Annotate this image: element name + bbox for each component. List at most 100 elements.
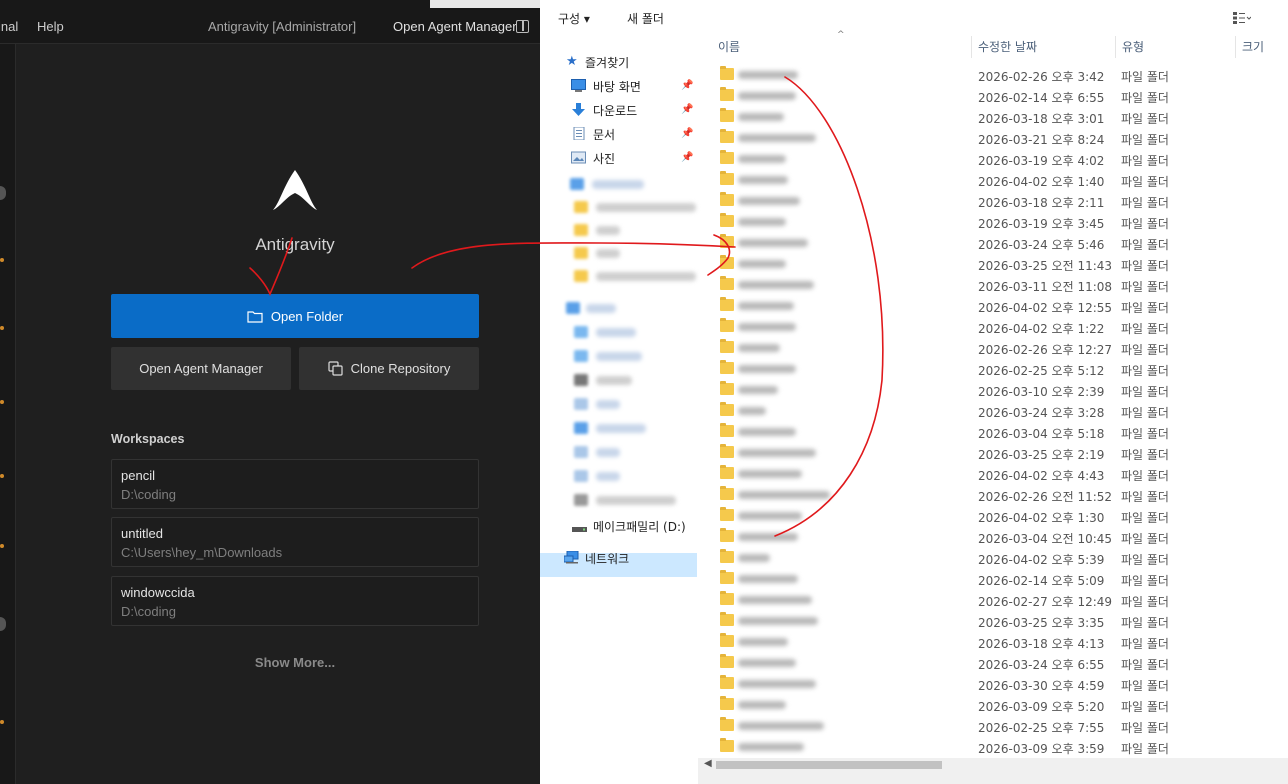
nav-item-network[interactable]: 네트워크 (540, 547, 698, 569)
file-date: 2026-03-24 오후 5:46 (978, 238, 1105, 252)
file-date: 2026-03-18 오후 2:11 (978, 196, 1105, 210)
nav-item-downloads[interactable]: 다운로드 📌 (540, 99, 698, 121)
file-row[interactable]: 2026-04-02 오후 12:55 파일 폴더 (714, 296, 1288, 317)
drive-icon (572, 527, 587, 532)
file-row[interactable]: 2026-02-26 오후 12:27 파일 폴더 (714, 338, 1288, 359)
column-header-size[interactable]: 크기 (1242, 38, 1264, 55)
file-type: 파일 폴더 (1121, 679, 1169, 693)
pin-icon: 📌 (681, 80, 694, 91)
file-row[interactable]: 2026-03-04 오후 5:18 파일 폴더 (714, 422, 1288, 443)
file-row[interactable]: 2026-03-24 오후 5:46 파일 폴더 (714, 233, 1288, 254)
menu-terminal[interactable]: inal (0, 19, 18, 34)
folder-icon (720, 696, 734, 710)
open-agent-manager-link[interactable]: Open Agent Manager (393, 19, 517, 34)
file-row[interactable]: 2026-03-25 오후 2:19 파일 폴더 (714, 443, 1288, 464)
sidebar-dot (0, 258, 4, 262)
blurred-nav-item (596, 226, 620, 235)
file-row[interactable]: 2026-03-24 오후 6:55 파일 폴더 (714, 653, 1288, 674)
new-folder-button[interactable]: 새 폴더 (627, 10, 664, 27)
file-row[interactable]: 2026-02-14 오후 5:09 파일 폴더 (714, 569, 1288, 590)
open-folder-label: Open Folder (270, 308, 344, 324)
file-row[interactable]: 2026-03-09 오후 3:59 파일 폴더 (714, 737, 1288, 758)
workspace-item-windowccida[interactable]: windowccida D:\coding (111, 576, 479, 626)
open-folder-button[interactable]: Open Folder (111, 294, 479, 338)
column-header-type[interactable]: 유형 (1122, 38, 1144, 55)
workspace-item-pencil[interactable]: pencil D:\coding (111, 459, 479, 509)
nav-item-desktop[interactable]: 바탕 화면 📌 (540, 75, 698, 97)
file-row[interactable]: 2026-04-02 오후 1:30 파일 폴더 (714, 506, 1288, 527)
nav-item-favorites[interactable]: ★ 즐겨찾기 (540, 51, 698, 73)
file-date: 2026-03-21 오후 8:24 (978, 133, 1105, 147)
folder-icon (720, 549, 734, 563)
blurred-file-name (738, 722, 824, 730)
file-type: 파일 폴더 (1121, 574, 1169, 588)
scrollbar-thumb[interactable] (716, 761, 942, 769)
file-row[interactable]: 2026-03-11 오전 11:08 파일 폴더 (714, 275, 1288, 296)
file-row[interactable]: 2026-03-19 오후 4:02 파일 폴더 (714, 149, 1288, 170)
blurred-file-name (738, 260, 786, 268)
column-divider[interactable] (971, 36, 972, 58)
file-row[interactable]: 2026-03-10 오후 2:39 파일 폴더 (714, 380, 1288, 401)
column-divider[interactable] (1115, 36, 1116, 58)
open-agent-manager-button[interactable]: Open Agent Manager (111, 347, 291, 390)
folder-icon (720, 444, 734, 458)
file-row[interactable]: 2026-03-04 오전 10:45 파일 폴더 (714, 527, 1288, 548)
workspace-item-untitled[interactable]: untitled C:\Users\hey_m\Downloads (111, 517, 479, 567)
file-row[interactable]: 2026-03-18 오후 2:11 파일 폴더 (714, 191, 1288, 212)
column-divider[interactable] (1235, 36, 1236, 58)
blurred-icon (574, 446, 588, 458)
file-row[interactable]: 2026-04-02 오후 1:22 파일 폴더 (714, 317, 1288, 338)
file-date: 2026-02-25 오후 7:55 (978, 721, 1105, 735)
file-row[interactable]: 2026-03-18 오후 3:01 파일 폴더 (714, 107, 1288, 128)
column-header-name[interactable]: 이름 (718, 38, 740, 55)
file-row[interactable]: 2026-03-30 오후 4:59 파일 폴더 (714, 674, 1288, 695)
window-title: Antigravity [Administrator] (208, 19, 357, 34)
file-date: 2026-04-02 오후 4:43 (978, 469, 1105, 483)
file-type: 파일 폴더 (1121, 406, 1169, 420)
file-row[interactable]: 2026-04-02 오후 1:40 파일 폴더 (714, 170, 1288, 191)
show-more-link[interactable]: Show More... (0, 655, 590, 670)
layout-icon[interactable] (516, 20, 529, 33)
file-row[interactable]: 2026-03-18 오후 4:13 파일 폴더 (714, 632, 1288, 653)
nav-item-pictures[interactable]: 사진 📌 (540, 147, 698, 169)
blurred-file-name (738, 134, 816, 142)
scroll-left-arrow-icon[interactable]: ◀ (704, 758, 712, 769)
horizontal-scrollbar[interactable]: ◀ (698, 758, 1288, 784)
view-options-icon[interactable] (1233, 12, 1251, 24)
clone-repository-button[interactable]: Clone Repository (299, 347, 479, 390)
file-row[interactable]: 2026-02-14 오후 6:55 파일 폴더 (714, 86, 1288, 107)
file-row[interactable]: 2026-03-19 오후 3:45 파일 폴더 (714, 212, 1288, 233)
file-row[interactable]: 2026-03-25 오전 11:43 파일 폴더 (714, 254, 1288, 275)
file-type: 파일 폴더 (1121, 448, 1169, 462)
file-row[interactable]: 2026-03-24 오후 3:28 파일 폴더 (714, 401, 1288, 422)
blurred-file-name (738, 155, 786, 163)
pin-icon: 📌 (681, 128, 694, 139)
file-row[interactable]: 2026-04-02 오후 5:39 파일 폴더 (714, 548, 1288, 569)
sidebar-dot (0, 720, 4, 724)
organize-button[interactable]: 구성 ▾ (558, 10, 590, 27)
file-row[interactable]: 2026-02-26 오전 11:52 파일 폴더 (714, 485, 1288, 506)
file-type: 파일 폴더 (1121, 112, 1169, 126)
file-row[interactable]: 2026-02-25 오후 7:55 파일 폴더 (714, 716, 1288, 737)
file-row[interactable]: 2026-02-25 오후 5:12 파일 폴더 (714, 359, 1288, 380)
file-date: 2026-03-18 오후 4:13 (978, 637, 1105, 651)
blurred-nav-item (596, 400, 620, 409)
file-date: 2026-03-11 오전 11:08 (978, 280, 1113, 294)
menu-help[interactable]: Help (37, 19, 64, 34)
desktop-icon (571, 79, 586, 92)
blurred-file-name (738, 743, 804, 751)
nav-item-drive[interactable]: 메이크패밀리 (D:) (540, 515, 698, 537)
blurred-nav-item (596, 203, 696, 212)
nav-item-documents[interactable]: 문서 📌 (540, 123, 698, 145)
blurred-nav-item (596, 424, 646, 433)
column-header-date[interactable]: 수정한 날짜 (978, 38, 1037, 55)
file-row[interactable]: 2026-04-02 오후 4:43 파일 폴더 (714, 464, 1288, 485)
file-row[interactable]: 2026-03-25 오후 3:35 파일 폴더 (714, 611, 1288, 632)
file-row[interactable]: 2026-03-21 오후 8:24 파일 폴더 (714, 128, 1288, 149)
file-type: 파일 폴더 (1121, 616, 1169, 630)
file-row[interactable]: 2026-02-27 오후 12:49 파일 폴더 (714, 590, 1288, 611)
folder-icon (720, 381, 734, 395)
file-date: 2026-02-26 오후 3:42 (978, 70, 1105, 84)
file-row[interactable]: 2026-03-09 오후 5:20 파일 폴더 (714, 695, 1288, 716)
file-row[interactable]: 2026-02-26 오후 3:42 파일 폴더 (714, 65, 1288, 86)
